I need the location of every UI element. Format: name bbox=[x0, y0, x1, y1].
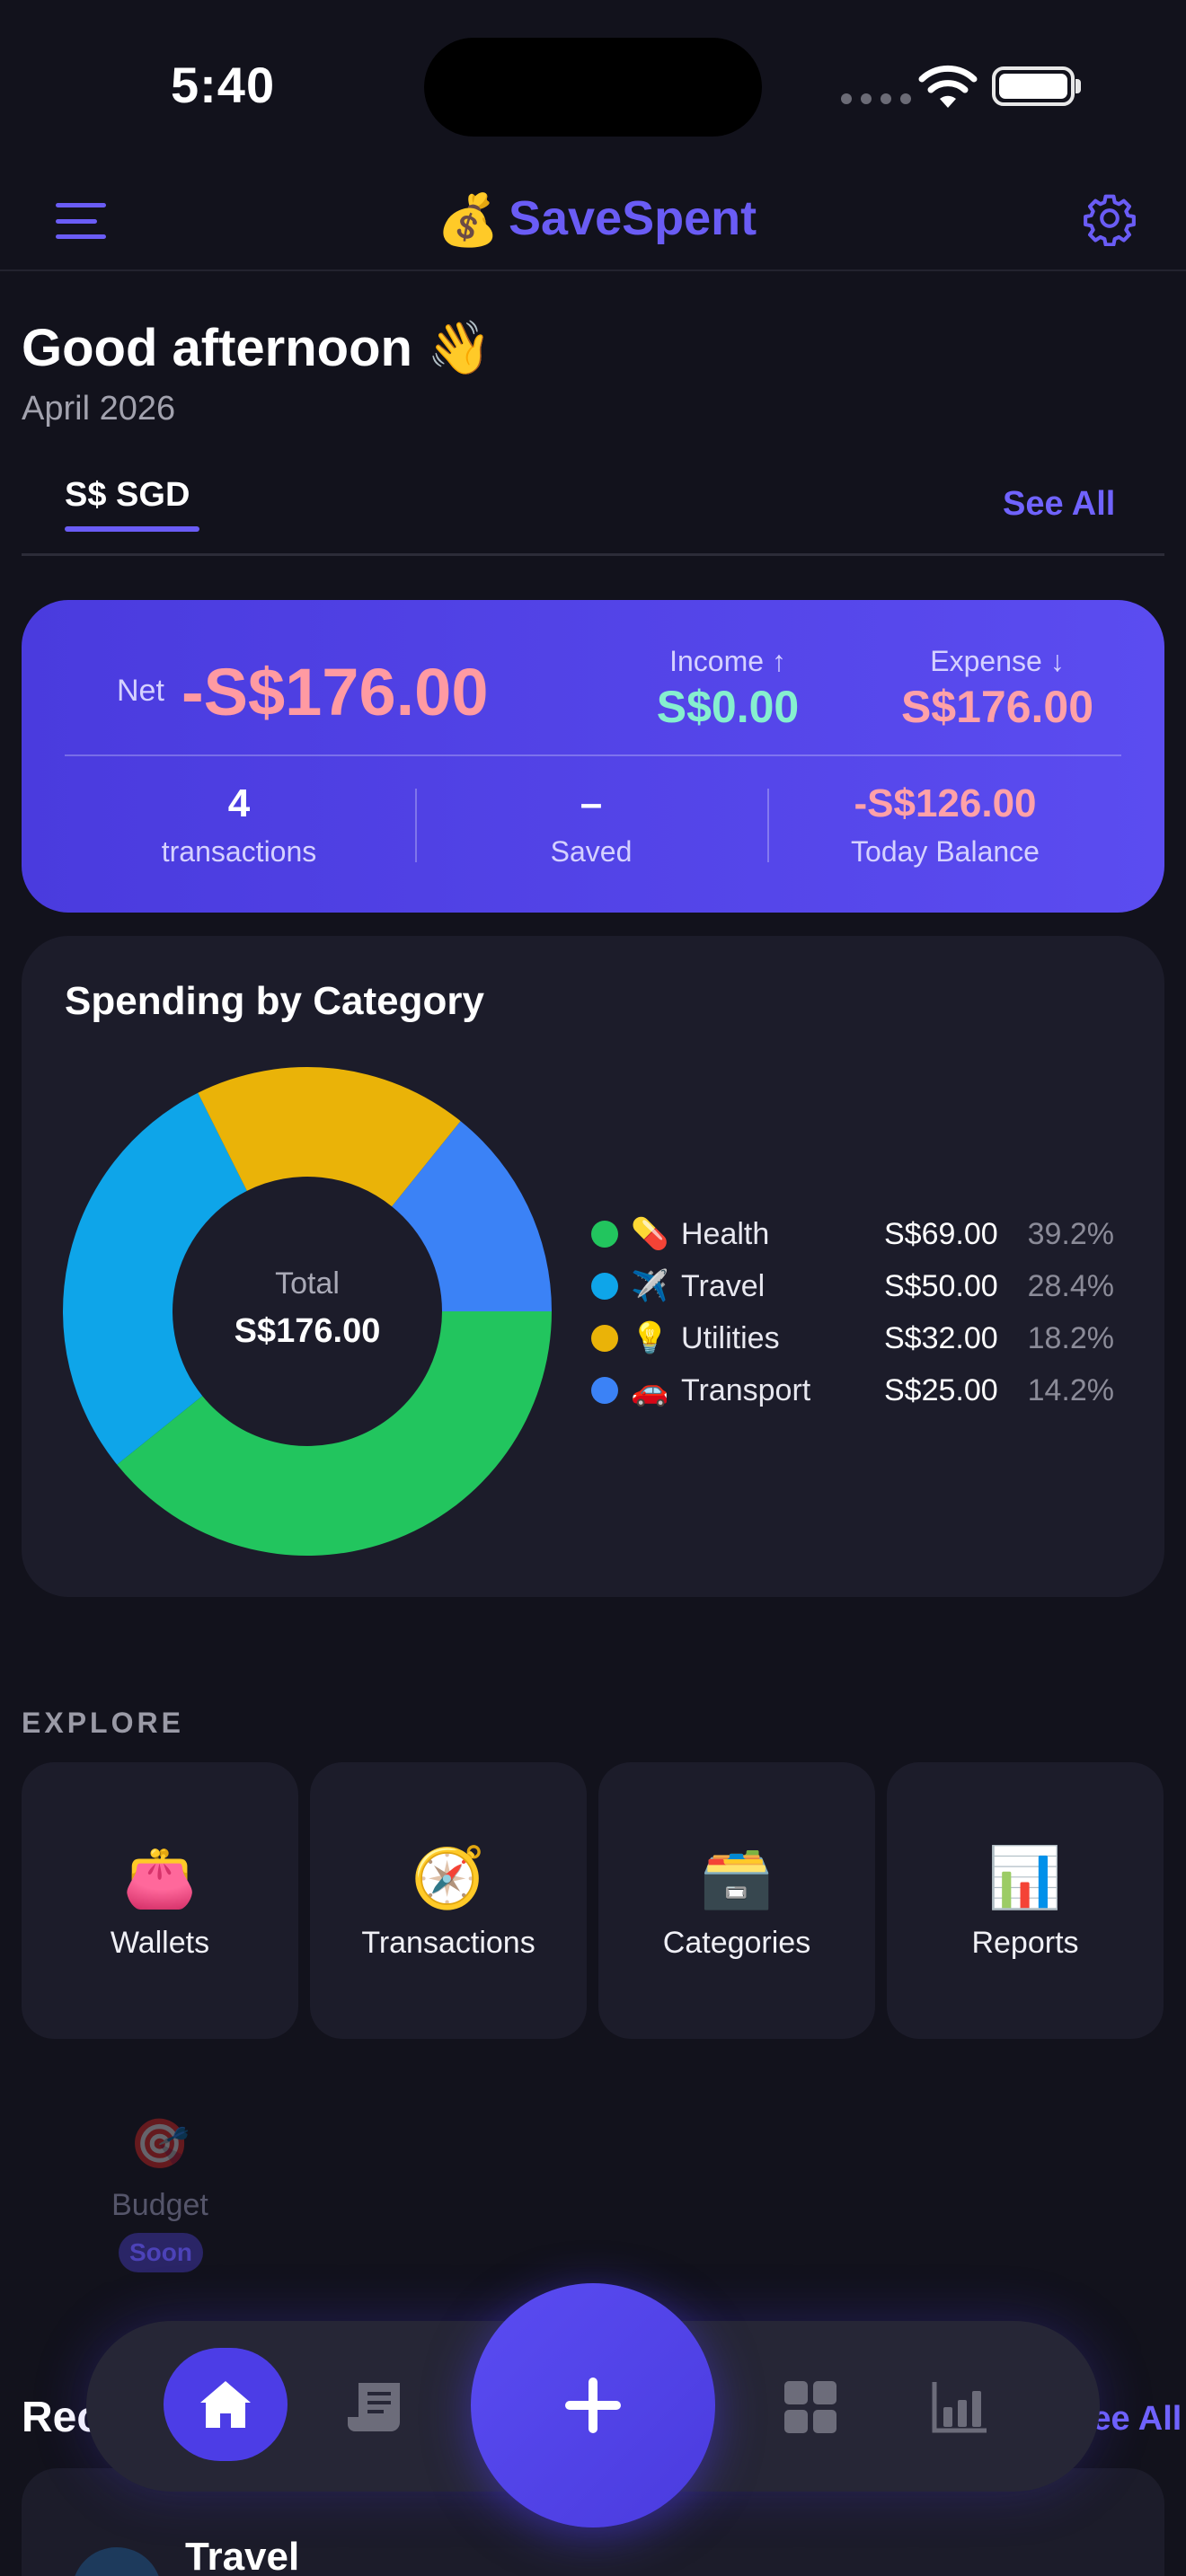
stat-divider bbox=[415, 789, 417, 862]
tile-reports-label: Reports bbox=[971, 1926, 1079, 1960]
tabs-divider bbox=[22, 553, 1164, 556]
purse-icon: 👛 bbox=[122, 1844, 198, 1910]
legend-percent: 14.2% bbox=[1027, 1372, 1114, 1407]
recent-transaction-title: Travel bbox=[185, 2535, 300, 2576]
bar-chart-icon: 📊 bbox=[987, 1844, 1063, 1910]
chart-title: Spending by Category bbox=[65, 979, 484, 1023]
soon-badge: Soon bbox=[119, 2233, 203, 2272]
tile-categories-label: Categories bbox=[662, 1926, 811, 1960]
legend-category-icon: 💊 bbox=[631, 1217, 669, 1251]
stat-divider bbox=[767, 789, 769, 862]
legend-percent: 39.2% bbox=[1027, 1216, 1114, 1251]
see-all-currencies-link[interactable]: See All bbox=[1003, 485, 1115, 524]
legend-color-dot bbox=[591, 1221, 618, 1248]
greeting-title: Good afternoon 👋 bbox=[22, 319, 492, 377]
legend-category-icon: ✈️ bbox=[631, 1269, 669, 1303]
legend-row-health: 💊 Health S$69.00 39.2% bbox=[591, 1213, 1130, 1256]
grid-icon bbox=[784, 2381, 836, 2433]
legend-row-utilities: 💡 Utilities S$32.00 18.2% bbox=[591, 1317, 1130, 1360]
summary-divider bbox=[65, 754, 1121, 756]
tile-wallets-label: Wallets bbox=[110, 1926, 210, 1960]
battery-tip bbox=[1075, 79, 1081, 93]
active-tab-indicator bbox=[65, 526, 199, 532]
battery-icon bbox=[992, 66, 1075, 106]
legend-amount: S$50.00 bbox=[884, 1268, 998, 1303]
legend-color-dot bbox=[591, 1377, 618, 1404]
legend-category-icon: 💡 bbox=[631, 1321, 669, 1355]
dynamic-island bbox=[424, 38, 762, 137]
card-file-box-icon: 🗃️ bbox=[699, 1844, 774, 1910]
legend-amount: S$69.00 bbox=[884, 1216, 998, 1251]
nav-reports-button[interactable] bbox=[924, 2371, 996, 2443]
money-bag-icon: 💰 bbox=[437, 191, 500, 248]
legend-category-icon: 🚗 bbox=[631, 1373, 669, 1407]
nav-dashboard-button[interactable] bbox=[774, 2371, 846, 2443]
donut-slice-travel bbox=[63, 1092, 247, 1465]
gear-icon[interactable] bbox=[1082, 190, 1137, 246]
legend-category-name: Transport bbox=[681, 1372, 811, 1407]
expense-label: Expense ↓ bbox=[930, 645, 1065, 677]
nav-home-button[interactable] bbox=[164, 2348, 288, 2461]
expense-value: S$176.00 bbox=[900, 682, 1094, 732]
legend-percent: 28.4% bbox=[1027, 1268, 1114, 1303]
donut-center-value: S$176.00 bbox=[235, 1312, 381, 1350]
nav-transactions-button[interactable] bbox=[340, 2371, 412, 2443]
legend-category-name: Health bbox=[681, 1216, 770, 1251]
legend-color-dot bbox=[591, 1273, 618, 1300]
add-transaction-button[interactable] bbox=[471, 2283, 715, 2527]
legend-amount: S$25.00 bbox=[884, 1372, 998, 1407]
cellular-signal-icon bbox=[841, 93, 911, 104]
plus-icon bbox=[565, 2378, 621, 2433]
wifi-icon bbox=[918, 65, 978, 108]
tile-budget-label: Budget bbox=[111, 2188, 208, 2222]
transactions-count: 4 bbox=[227, 781, 251, 825]
period-label: April 2026 bbox=[22, 390, 176, 428]
tile-transactions-label: Transactions bbox=[361, 1926, 535, 1960]
legend-category-name: Travel bbox=[681, 1268, 766, 1303]
home-icon bbox=[200, 2381, 251, 2428]
status-time: 5:40 bbox=[171, 57, 276, 113]
chart-icon bbox=[932, 2382, 987, 2433]
explore-heading: EXPLORE bbox=[22, 1707, 184, 1739]
donut-center-label: Total bbox=[275, 1266, 340, 1301]
legend-amount: S$32.00 bbox=[884, 1320, 998, 1355]
tab-currency-sgd[interactable]: S$ SGD bbox=[65, 476, 190, 515]
income-label: Income ↑ bbox=[669, 645, 786, 677]
saved-label: Saved bbox=[550, 835, 633, 868]
today-balance-value: -S$126.00 bbox=[854, 781, 1037, 825]
net-label: Net bbox=[117, 674, 164, 708]
transactions-label: transactions bbox=[161, 835, 317, 868]
legend-row-transport: 🚗 Transport S$25.00 14.2% bbox=[591, 1369, 1130, 1412]
legend-percent: 18.2% bbox=[1027, 1320, 1114, 1355]
legend-category-name: Utilities bbox=[681, 1320, 780, 1355]
donut-chart: Total S$176.00 bbox=[63, 1067, 552, 1556]
saved-value: – bbox=[580, 781, 603, 825]
target-icon: 🎯 bbox=[129, 2117, 190, 2171]
income-value: S$0.00 bbox=[656, 682, 800, 732]
net-value: -S$176.00 bbox=[181, 655, 489, 729]
hamburger-menu-icon[interactable] bbox=[56, 203, 106, 239]
today-balance-label: Today Balance bbox=[851, 835, 1040, 868]
compass-icon: 🧭 bbox=[411, 1844, 486, 1910]
app-title: SaveSpent bbox=[509, 191, 757, 245]
legend-row-travel: ✈️ Travel S$50.00 28.4% bbox=[591, 1265, 1130, 1308]
receipt-icon bbox=[348, 2383, 400, 2431]
legend-color-dot bbox=[591, 1325, 618, 1352]
